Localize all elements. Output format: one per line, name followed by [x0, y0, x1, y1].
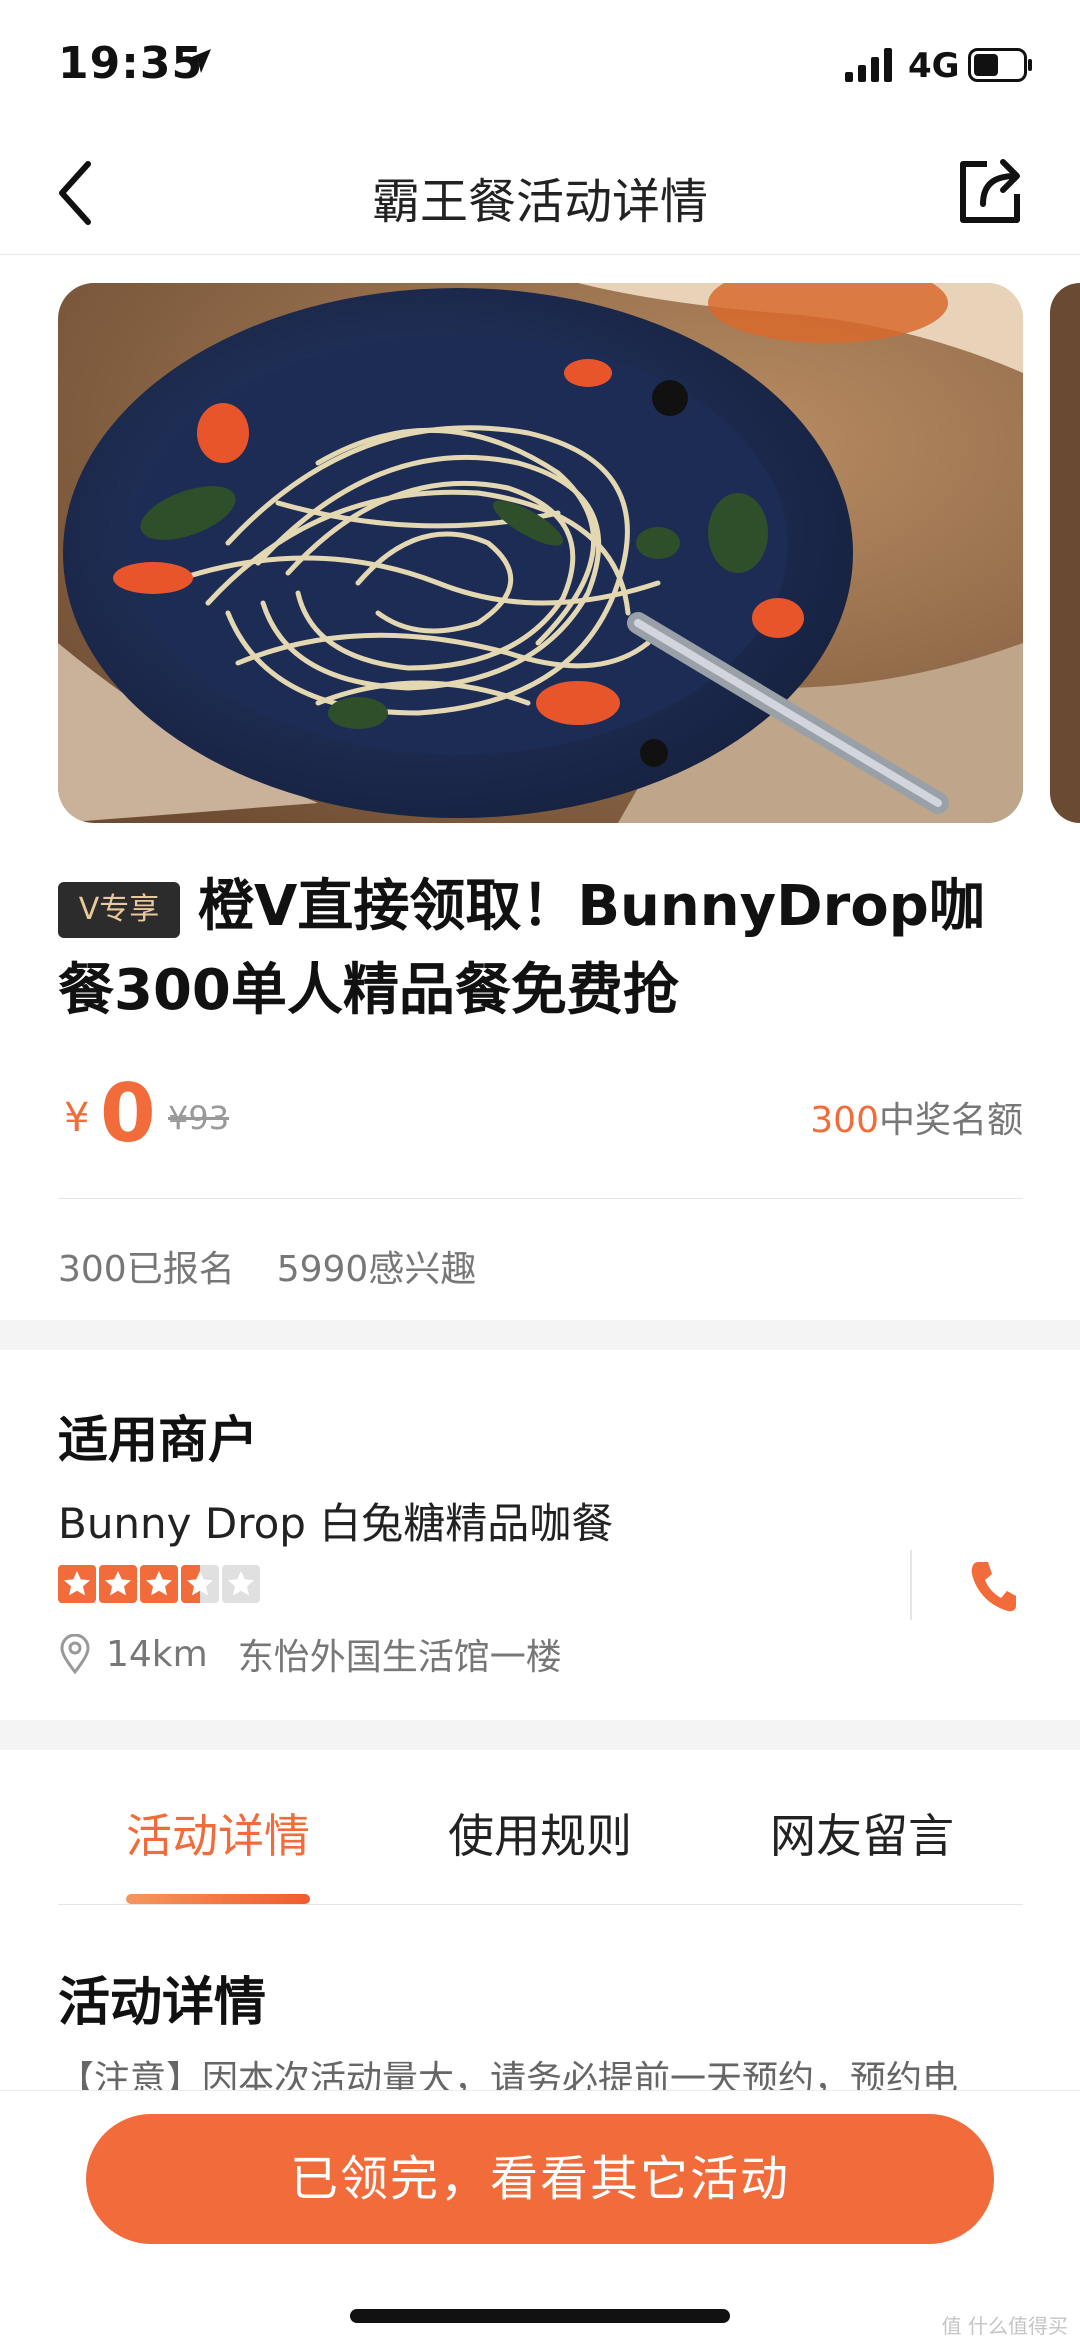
active-tab-indicator: [126, 1894, 310, 1904]
merchant-section-title: 适用商户: [58, 1411, 258, 1469]
currency-symbol: ¥: [64, 1095, 90, 1141]
nav-bar: 霸王餐活动详情: [0, 120, 1080, 255]
price-row: ¥ 0 ¥93 300中奖名额: [58, 1065, 1023, 1160]
tab-activity-details[interactable]: 活动详情: [126, 1800, 310, 1866]
status-time: 19:35: [58, 38, 204, 89]
merchant-name[interactable]: Bunny Drop 白兔糖精品咖餐: [58, 1490, 613, 1551]
watermark: 值 什么值得买: [941, 2314, 1068, 2338]
tab-usage-rules[interactable]: 使用规则: [448, 1800, 632, 1866]
page-title: 霸王餐活动详情: [371, 174, 708, 230]
next-banner-peek[interactable]: [1050, 283, 1080, 823]
network-type: 4G: [908, 46, 960, 86]
detail-heading: 活动详情: [58, 1973, 267, 2033]
pasta-plate-image: [58, 283, 1023, 823]
battery-icon: [968, 48, 1032, 82]
deal-card: V专享 橙V直接领取！BunnyDrop咖餐300单人精品餐免费抢 ¥ 0 ¥9…: [0, 255, 1080, 1320]
status-bar: 19:35 4G: [0, 0, 1080, 120]
star-full-icon: [99, 1565, 137, 1603]
tab-comments[interactable]: 网友留言: [770, 1800, 954, 1866]
share-icon[interactable]: [955, 154, 1025, 226]
quota-label: 中奖名额: [878, 1100, 1023, 1141]
location-pin-icon: [60, 1634, 90, 1674]
star-full-icon: [140, 1565, 178, 1603]
quota-number: 300: [810, 1100, 879, 1141]
home-indicator[interactable]: [350, 2309, 730, 2323]
merchant-address[interactable]: 14km 东怡外国生活馆一楼: [58, 1628, 562, 1680]
divider: [58, 1198, 1023, 1199]
signed-up-count: 300已报名: [58, 1249, 235, 1290]
merchant-address-text: 东怡外国生活馆一楼: [237, 1637, 562, 1678]
claim-button[interactable]: 已领完，看看其它活动: [86, 2114, 994, 2244]
bottom-bar: 已领完，看看其它活动: [0, 2090, 1080, 2339]
location-arrow-icon: [187, 49, 211, 73]
star-half-icon: [181, 1565, 219, 1603]
merchant-section: 适用商户 Bunny Drop 白兔糖精品咖餐 14km 东怡外国生活馆一楼: [0, 1350, 1080, 1720]
phone-icon[interactable]: [968, 1558, 1018, 1614]
divider-vertical: [910, 1550, 912, 1620]
banner-image[interactable]: [58, 283, 1023, 823]
deal-stats: 300已报名 5990感兴趣: [58, 1240, 476, 1292]
quota: 300中奖名额: [810, 1091, 1023, 1143]
signal-icon: [845, 48, 892, 82]
interested-count: 5990感兴趣: [276, 1249, 477, 1290]
star-full-icon: [58, 1565, 96, 1603]
deal-price: 0: [100, 1067, 156, 1160]
star-empty-icon: [222, 1565, 260, 1603]
original-price: ¥93: [168, 1099, 230, 1137]
tabs-divider: [58, 1904, 1023, 1905]
rating-stars: [58, 1565, 260, 1605]
merchant-distance: 14km: [106, 1633, 208, 1675]
tabs-section: 活动详情 使用规则 网友留言 活动详情 【注意】因本次活动量大，请务必提前一天预…: [0, 1750, 1080, 2100]
deal-title: 橙V直接领取！BunnyDrop咖餐300单人精品餐免费抢: [58, 874, 985, 1023]
